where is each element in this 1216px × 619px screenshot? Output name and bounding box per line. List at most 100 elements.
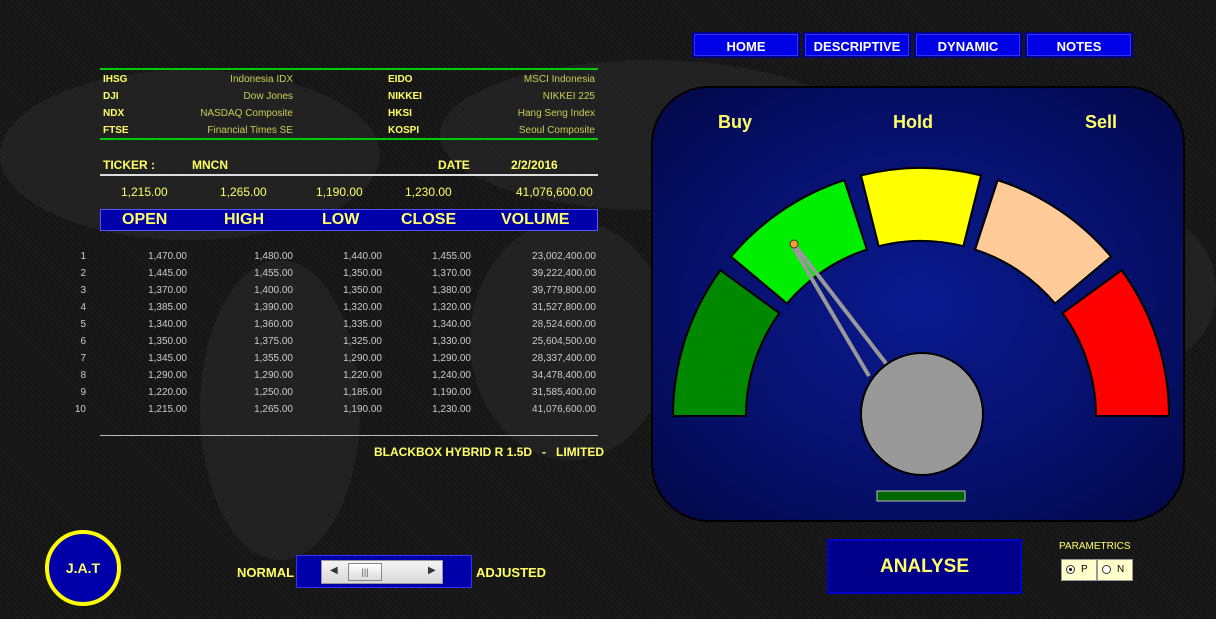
cell-low: 1,350.00 xyxy=(343,268,382,279)
index-name: MSCI Indonesia xyxy=(523,74,595,85)
radio-n[interactable]: N xyxy=(1097,559,1133,581)
cell-n: 3 xyxy=(80,285,86,296)
index-name: NASDAQ Composite xyxy=(200,108,293,119)
current-high: 1,265.00 xyxy=(220,185,267,199)
table-row: 4 1,385.00 1,390.00 1,320.00 1,320.00 31,527,… xyxy=(0,302,600,319)
cell-high: 1,290.00 xyxy=(254,370,293,381)
cell-high: 1,265.00 xyxy=(254,404,293,415)
cell-volume: 39,779,800.00 xyxy=(532,285,596,296)
cell-open: 1,445.00 xyxy=(148,268,187,279)
scroll-thumb[interactable]: ||| xyxy=(348,563,382,581)
cell-low: 1,335.00 xyxy=(343,319,382,330)
index-name: Hang Seng Index xyxy=(517,108,595,119)
cell-open: 1,290.00 xyxy=(148,370,187,381)
index-bottom-line xyxy=(100,138,598,140)
index-name: Seoul Composite xyxy=(518,125,595,136)
cell-high: 1,480.00 xyxy=(254,251,293,262)
cell-open: 1,345.00 xyxy=(148,353,187,364)
home-button[interactable]: HOME xyxy=(692,32,800,58)
index-name: Indonesia IDX xyxy=(230,74,293,85)
cell-close: 1,240.00 xyxy=(432,370,471,381)
table-row: 7 1,345.00 1,355.00 1,290.00 1,290.00 28,337,… xyxy=(0,353,600,370)
cell-close: 1,380.00 xyxy=(432,285,471,296)
ticker-value[interactable]: MNCN xyxy=(192,158,228,172)
grip-icon: ||| xyxy=(361,567,369,577)
cell-n: 5 xyxy=(80,319,86,330)
index-code: EIDO xyxy=(388,74,413,85)
radio-p-dot xyxy=(1066,565,1075,574)
table-row: 2 1,445.00 1,455.00 1,350.00 1,370.00 39,222,… xyxy=(0,268,600,285)
cell-n: 1 xyxy=(80,251,86,262)
table-row: 9 1,220.00 1,250.00 1,185.00 1,190.00 31,585,… xyxy=(0,387,600,404)
column-header: OPEN HIGH LOW CLOSE VOLUME xyxy=(100,209,598,231)
scroll-right-icon[interactable]: ▶ xyxy=(428,565,436,576)
cell-volume: 39,222,400.00 xyxy=(532,268,596,279)
cell-high: 1,455.00 xyxy=(254,268,293,279)
radio-n-dot xyxy=(1102,565,1111,574)
cell-n: 10 xyxy=(74,404,86,415)
date-value[interactable]: 2/2/2016 xyxy=(511,158,558,172)
index-code: FTSE xyxy=(103,125,129,136)
radio-n-label: N xyxy=(1117,564,1125,575)
col-volume: VOLUME xyxy=(501,211,570,228)
signal-indicator xyxy=(876,490,966,502)
cell-n: 6 xyxy=(80,336,86,347)
radio-p[interactable]: P xyxy=(1061,559,1097,581)
cell-high: 1,355.00 xyxy=(254,353,293,364)
current-volume: 41,076,600.00 xyxy=(516,185,593,199)
cell-open: 1,350.00 xyxy=(148,336,187,347)
table-row: 3 1,370.00 1,400.00 1,350.00 1,380.00 39,779,… xyxy=(0,285,600,302)
index-name: Dow Jones xyxy=(243,91,293,102)
cell-close: 1,190.00 xyxy=(432,387,471,398)
scroll-track[interactable]: ◀ ||| ▶ xyxy=(321,560,443,584)
cell-close: 1,340.00 xyxy=(432,319,471,330)
cell-n: 4 xyxy=(80,302,86,313)
cell-high: 1,400.00 xyxy=(254,285,293,296)
descriptive-button[interactable]: DESCRIPTIVE xyxy=(803,32,911,58)
jat-logo: J.A.T xyxy=(45,530,121,606)
current-open: 1,215.00 xyxy=(121,185,168,199)
cell-volume: 41,076,600.00 xyxy=(532,404,596,415)
gauge-segment-5 xyxy=(1061,268,1171,417)
col-high: HIGH xyxy=(224,211,264,228)
cell-n: 8 xyxy=(80,370,86,381)
index-code: DJI xyxy=(103,91,119,102)
index-name: Financial Times SE xyxy=(207,125,293,136)
dynamic-button[interactable]: DYNAMIC xyxy=(914,32,1022,58)
index-top-line xyxy=(100,68,598,70)
cell-open: 1,385.00 xyxy=(148,302,187,313)
index-name: NIKKEI 225 xyxy=(542,91,595,102)
notes-button[interactable]: NOTES xyxy=(1025,32,1133,58)
cell-low: 1,190.00 xyxy=(343,404,382,415)
current-close: 1,230.00 xyxy=(405,185,452,199)
cell-low: 1,350.00 xyxy=(343,285,382,296)
gauge-hub xyxy=(860,352,984,476)
cell-low: 1,185.00 xyxy=(343,387,382,398)
cell-volume: 28,337,400.00 xyxy=(532,353,596,364)
scroll-left-icon[interactable]: ◀ xyxy=(330,565,338,576)
gauge-segment-1 xyxy=(671,268,781,417)
table-bottom-line xyxy=(100,435,598,436)
index-code: NIKKEI xyxy=(388,91,422,102)
cell-open: 1,220.00 xyxy=(148,387,187,398)
col-open: OPEN xyxy=(122,211,168,228)
gauge-segment-3 xyxy=(859,167,983,248)
col-close: CLOSE xyxy=(401,211,457,228)
cell-volume: 34,478,400.00 xyxy=(532,370,596,381)
index-code: KOSPI xyxy=(388,125,420,136)
gauge-needle-2 xyxy=(792,242,890,368)
table-row: 6 1,350.00 1,375.00 1,325.00 1,330.00 25,604,… xyxy=(0,336,600,353)
gauge xyxy=(671,167,1171,502)
needle-tip xyxy=(789,239,799,249)
table-row: 5 1,340.00 1,360.00 1,335.00 1,340.00 28,524,… xyxy=(0,319,600,336)
radio-p-label: P xyxy=(1081,564,1088,575)
cell-volume: 31,585,400.00 xyxy=(532,387,596,398)
cell-high: 1,390.00 xyxy=(254,302,293,313)
col-low: LOW xyxy=(322,211,360,228)
mode-slider: ◀ ||| ▶ xyxy=(296,555,472,588)
cell-close: 1,320.00 xyxy=(432,302,471,313)
analyse-button[interactable]: ANALYSE xyxy=(827,539,1022,594)
index-code: HKSI xyxy=(388,108,412,119)
cell-open: 1,470.00 xyxy=(148,251,187,262)
cell-open: 1,370.00 xyxy=(148,285,187,296)
